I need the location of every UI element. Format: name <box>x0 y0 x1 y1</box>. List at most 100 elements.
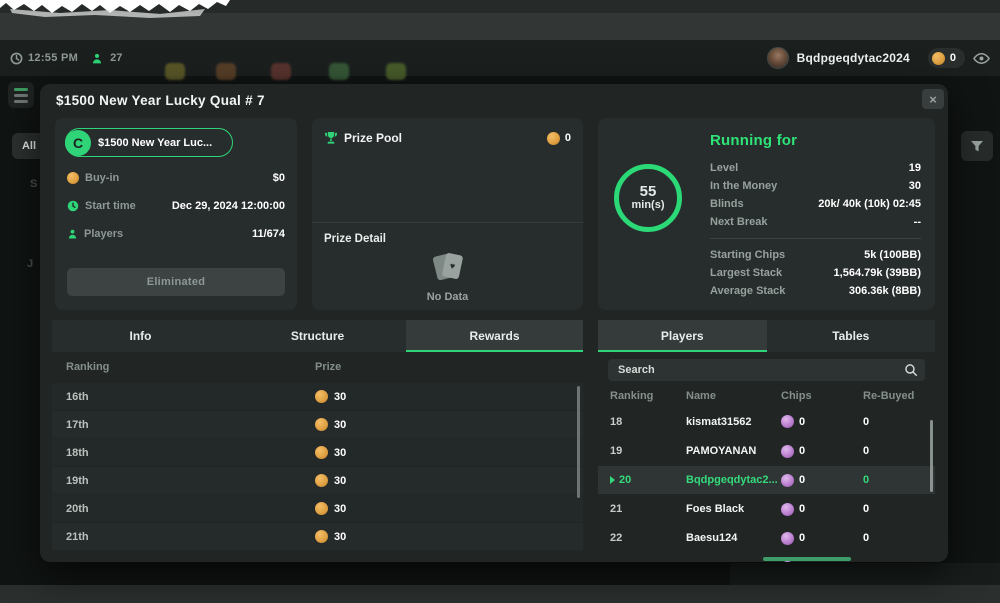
search-input[interactable] <box>608 364 925 376</box>
players-value: 11/674 <box>252 228 285 240</box>
player-rank: 20 <box>619 474 631 486</box>
chip-icon <box>781 415 794 428</box>
player-row[interactable]: 18 kismat31562 0 0 <box>598 407 935 436</box>
reward-prize: 30 <box>334 447 346 459</box>
reward-row: 18th30 <box>52 438 583 466</box>
chip-icon <box>781 474 794 487</box>
player-name: singputur <box>686 561 781 562</box>
ranking-column-header: Ranking <box>52 361 315 373</box>
rewards-scrollbar[interactable] <box>577 386 580 498</box>
coin-icon <box>67 172 79 184</box>
name-column-header: Name <box>686 390 781 402</box>
player-rank: 19 <box>598 445 686 457</box>
reward-row: 19th30 <box>52 466 583 494</box>
timer-unit: min(s) <box>632 199 665 212</box>
coin-icon <box>315 502 328 515</box>
tab-structure-label: Structure <box>291 329 344 343</box>
no-data-label: No Data <box>427 291 469 303</box>
tab-structure[interactable]: Structure <box>229 320 406 352</box>
background-currency-icon <box>165 63 185 80</box>
buyin-value: $0 <box>273 172 285 184</box>
prize-pool-value: 0 <box>565 132 571 144</box>
filter-button[interactable] <box>961 131 993 161</box>
blinds-row: Blinds20k/ 40k (10k) 02:45 <box>710 195 921 213</box>
player-chips: 0 <box>799 561 805 562</box>
tab-info-label: Info <box>130 329 152 343</box>
balance-pill[interactable]: 0 <box>928 48 965 68</box>
username: Bqdpgeqdytac2024 <box>797 51 910 65</box>
prize-pool-card: Prize Pool 0 Prize Detail ♥ No Data <box>312 118 583 310</box>
tab-tables[interactable]: Tables <box>767 320 936 352</box>
reward-row: 20th30 <box>52 494 583 522</box>
player-name: kismat31562 <box>686 416 781 428</box>
player-row[interactable]: 21 Foes Black 0 0 <box>598 494 935 523</box>
search-icon[interactable] <box>904 363 918 377</box>
reward-row: 17th30 <box>52 410 583 438</box>
rewards-section: Info Structure Rewards Ranking Prize 16t… <box>52 320 583 562</box>
coin-icon <box>932 52 945 65</box>
players-vertical-scrollbar[interactable] <box>930 420 933 492</box>
tournament-name-pill[interactable]: C $1500 New Year Luc... <box>65 128 233 157</box>
playing-cards-icon: ♥ <box>431 253 465 283</box>
buyin-label: Buy-in <box>85 172 119 184</box>
player-name: Baesu124 <box>686 532 781 544</box>
current-time: 12:55 PM <box>28 52 78 64</box>
menu-button[interactable] <box>8 82 34 108</box>
buyin-row: Buy-in $0 <box>67 170 285 186</box>
right-tab-bar: Players Tables <box>598 320 935 352</box>
reward-rank: 19th <box>52 475 315 487</box>
running-details: Running for Level19 In the Money30 Blind… <box>710 132 921 300</box>
player-rank: 22 <box>598 532 686 544</box>
blinds-value: 20k/ 40k (10k) 02:45 <box>818 198 921 210</box>
average-stack-value: 306.36k (8BB) <box>849 285 921 297</box>
player-name: PAMOYANAN <box>686 445 781 457</box>
eye-icon[interactable] <box>973 52 990 65</box>
prize-detail-title: Prize Detail <box>324 233 386 245</box>
player-row-current-user[interactable]: 20 Bqdpgeqdytac2... 0 0 <box>598 465 935 494</box>
menu-bar <box>14 100 28 103</box>
player-chips: 0 <box>799 416 805 428</box>
running-status-card: 55 min(s) Running for Level19 In the Mon… <box>598 118 935 310</box>
trophy-icon <box>324 131 338 146</box>
players-row: Players 11/674 <box>67 226 285 242</box>
average-stack-label: Average Stack <box>710 285 785 297</box>
reward-rank: 21th <box>52 531 315 543</box>
top-nav-bar <box>0 0 1000 40</box>
reward-rank: 16th <box>52 391 315 403</box>
prize-pool-amount: 0 <box>547 132 571 145</box>
status-badge-eliminated: Eliminated <box>67 268 285 296</box>
divider <box>312 222 583 223</box>
background-currency-icon <box>271 63 291 80</box>
tab-rewards[interactable]: Rewards <box>406 320 583 352</box>
tab-info[interactable]: Info <box>52 320 229 352</box>
coin-icon <box>315 530 328 543</box>
players-icon <box>67 228 78 240</box>
close-button[interactable]: × <box>922 89 944 109</box>
ranking-column-header: Ranking <box>598 390 686 402</box>
reward-prize: 30 <box>334 531 346 543</box>
timer-value: 55 <box>640 184 657 199</box>
player-row[interactable]: 19 PAMOYANAN 0 0 <box>598 436 935 465</box>
tab-players-label: Players <box>661 329 704 343</box>
screen: 12:55 PM 27 Bqdpgeqdytac2024 0 All S J $… <box>0 0 1000 603</box>
reward-prize: 30 <box>334 419 346 431</box>
current-player-arrow-icon <box>610 476 615 484</box>
running-for-title: Running for <box>710 132 921 149</box>
largest-stack-row: Largest Stack1,564.79k (39BB) <box>710 264 921 282</box>
player-name: Foes Black <box>686 503 781 515</box>
next-break-label: Next Break <box>710 216 767 228</box>
tournament-modal: $1500 New Year Lucky Qual # 7 × C $1500 … <box>40 84 948 562</box>
balance-value: 0 <box>950 52 956 64</box>
close-icon: × <box>929 92 937 107</box>
background-partial-text: J <box>27 258 33 270</box>
clock-icon <box>67 200 79 212</box>
tab-players[interactable]: Players <box>598 320 767 352</box>
player-row[interactable]: 22 Baesu124 0 0 <box>598 523 935 552</box>
chip-currency-icon: C <box>65 130 91 156</box>
players-horizontal-scrollbar[interactable] <box>763 557 851 561</box>
status-bar: 12:55 PM 27 Bqdpgeqdytac2024 0 <box>0 40 1000 76</box>
level-value: 19 <box>909 162 921 174</box>
avatar[interactable] <box>767 47 789 69</box>
redacted-logo <box>0 0 235 20</box>
prize-column-header: Prize <box>315 361 341 373</box>
